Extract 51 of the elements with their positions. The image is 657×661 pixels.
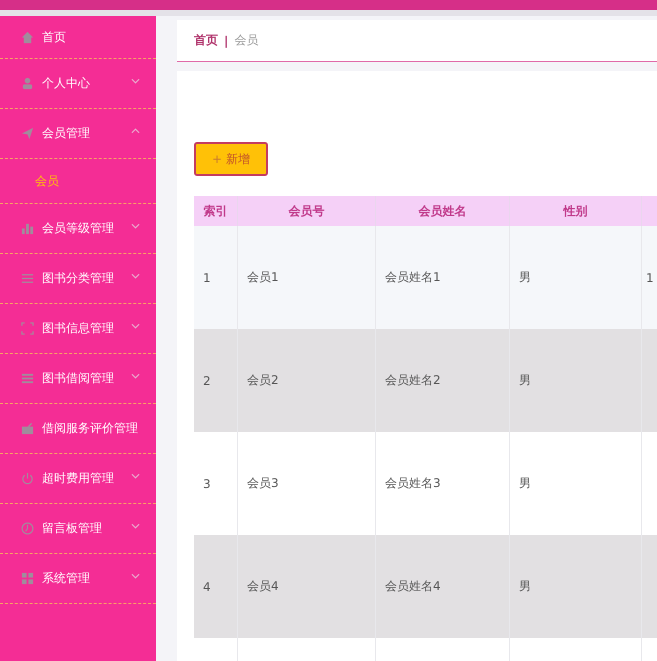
chevron-down-icon [131, 272, 140, 278]
table-cell: 会员姓名3 [385, 475, 441, 492]
sidebar-item[interactable]: 会员等级管理 [0, 204, 156, 254]
frame-icon [21, 322, 34, 335]
sidebar-item[interactable]: 图书信息管理 [0, 304, 156, 354]
chevron-down-icon [131, 522, 140, 528]
chevron-down-icon [131, 572, 140, 578]
table-cell: 会员3 [247, 475, 279, 492]
submenu-item[interactable]: 会员 [0, 159, 156, 204]
table-cell: 会员2 [247, 372, 279, 389]
breadcrumb-separator: | [224, 34, 228, 48]
breadcrumb-current: 会员 [234, 32, 258, 49]
table-cell: 男 [519, 578, 531, 595]
table-cell: 会员姓名1 [385, 269, 441, 286]
table-cell: 男 [519, 372, 531, 389]
table-cell: 1 [203, 270, 211, 284]
table-cell: 会员姓名4 [385, 578, 441, 595]
sidebar-item[interactable]: 首页 [0, 16, 156, 59]
table-cell: 1 [646, 270, 654, 284]
sidebar-item[interactable]: 图书分类管理 [0, 254, 156, 304]
table-cell: 会员4 [247, 578, 279, 595]
table-cell: 会员1 [247, 269, 279, 286]
table-cell: 2 [203, 374, 211, 388]
chevron-down-icon [131, 222, 140, 228]
sidebar-item[interactable]: 借阅服务评价管理 [0, 404, 156, 454]
chevron-down-icon [131, 78, 140, 84]
home-icon [21, 30, 34, 44]
sidebar-item[interactable]: 系统管理 [0, 554, 156, 604]
sidebar-item[interactable]: 会员管理 [0, 109, 156, 159]
clock-icon [21, 522, 34, 535]
sidebar-item[interactable]: 个人中心 [0, 59, 156, 109]
sidebar-item[interactable]: 留言板管理 [0, 504, 156, 554]
chevron-up-icon [131, 128, 140, 134]
chevron-down-icon [131, 372, 140, 378]
table-cell: 男 [519, 475, 531, 492]
person-icon [21, 77, 34, 90]
table-cell: 男 [519, 269, 531, 286]
chevron-down-icon [131, 472, 140, 478]
breadcrumb-home[interactable]: 首页 [194, 32, 218, 49]
bar-chart-icon [21, 222, 34, 235]
table-cell: 会员姓名2 [385, 372, 441, 389]
paper-plane-icon [21, 127, 34, 140]
sidebar-item[interactable]: 超时费用管理 [0, 454, 156, 504]
add-button[interactable]: + 新增 [194, 142, 268, 176]
table-cell: 3 [203, 476, 211, 490]
power-icon [21, 472, 34, 485]
sidebar-item[interactable]: 图书借阅管理 [0, 354, 156, 404]
chevron-down-icon [131, 322, 140, 328]
table-cell: 4 [203, 580, 211, 594]
grid-icon [21, 572, 34, 585]
lines-icon [21, 372, 34, 385]
